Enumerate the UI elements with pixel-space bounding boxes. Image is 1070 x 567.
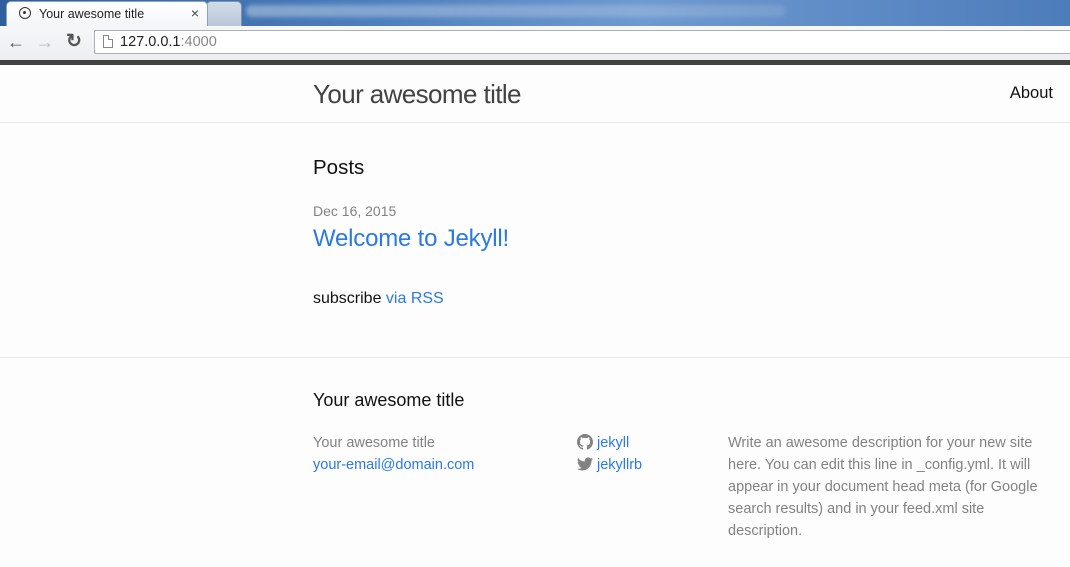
forward-arrow-icon[interactable]: → — [35, 32, 55, 52]
rss-prefix: subscribe — [313, 290, 386, 307]
footer-description: Write an awesome description for your ne… — [728, 435, 1038, 539]
github-icon — [577, 434, 593, 450]
page-icon — [103, 35, 113, 48]
github-username: jekyll — [597, 435, 630, 451]
browser-toolbar: ← → ↻ 127.0.0.1:4000 — [0, 26, 1070, 61]
footer-heading: Your awesome title — [313, 390, 465, 410]
site-title-link[interactable]: Your awesome title — [313, 79, 522, 110]
footer-social: jekyll jekyllrb — [577, 432, 642, 476]
url-text: 127.0.0.1:4000 — [120, 34, 217, 50]
posts-heading: Posts — [313, 156, 365, 179]
footer-contact: Your awesome title your-email@domain.com — [313, 432, 474, 476]
url-port: :4000 — [180, 34, 217, 50]
window-title-blur — [246, 5, 786, 17]
rss-link[interactable]: via RSS — [386, 290, 444, 307]
browser-tab-active[interactable]: Your awesome title × — [6, 1, 208, 26]
url-host: 127.0.0.1 — [120, 34, 181, 50]
footer-email-link[interactable]: your-email@domain.com — [313, 454, 474, 476]
github-link[interactable]: jekyll — [577, 432, 642, 454]
footer-site-name: Your awesome title — [313, 435, 435, 451]
twitter-username: jekyllrb — [597, 457, 643, 473]
back-arrow-icon[interactable]: ← — [6, 32, 26, 52]
post-date: Dec 16, 2015 — [313, 203, 397, 219]
close-icon[interactable]: × — [191, 5, 199, 21]
globe-icon — [19, 7, 31, 19]
tab-title: Your awesome title — [39, 7, 145, 21]
browser-tab-strip: Your awesome title × — [0, 0, 1070, 26]
site-header: Your awesome title About — [0, 65, 1070, 123]
address-bar[interactable]: 127.0.0.1:4000 — [94, 30, 1070, 54]
site-footer: Your awesome title Your awesome title yo… — [0, 357, 1070, 567]
browser-tab-new[interactable] — [206, 1, 242, 26]
twitter-icon — [577, 457, 594, 471]
post-title-link[interactable]: Welcome to Jekyll! — [313, 225, 509, 253]
nav-link-about[interactable]: About — [1010, 84, 1053, 103]
reload-icon[interactable]: ↻ — [64, 32, 84, 52]
twitter-link[interactable]: jekyllrb — [577, 454, 642, 476]
rss-subscribe: subscribe via RSS — [313, 290, 444, 308]
